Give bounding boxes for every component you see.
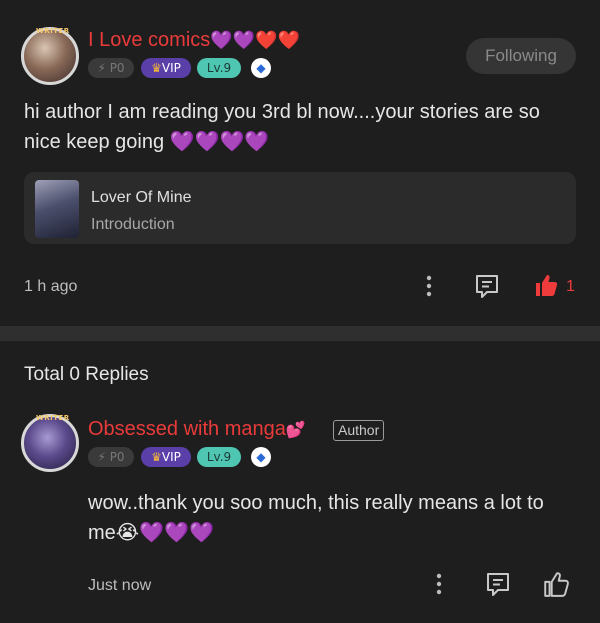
p0-badge: ⚡ P0 <box>88 447 134 467</box>
avatar[interactable] <box>21 27 79 85</box>
thumbs-up-icon <box>544 572 569 597</box>
reply-text-line: me😭💜💜💜 <box>88 522 214 544</box>
comment-text: hi author I am reading you 3rd bl now...… <box>24 97 584 157</box>
book-card[interactable]: Lover Of Mine Introduction <box>24 172 576 244</box>
crown-icon: ♛ <box>151 450 162 464</box>
level-badge: Lv.9 <box>197 58 241 78</box>
book-title: Lover Of Mine <box>91 189 192 206</box>
reply-text: wow..thank you soo much, this really mea… <box>88 488 588 548</box>
reply-text-line: wow..thank you soo much, this really mea… <box>88 492 544 514</box>
writer-tag: WRITER <box>36 414 70 422</box>
like-button[interactable] <box>542 570 570 598</box>
reply-comment-icon[interactable] <box>473 272 501 300</box>
reply-comment-icon[interactable] <box>484 570 512 598</box>
username[interactable]: I Love comics <box>88 29 210 51</box>
username-emoji: 💕 <box>285 422 306 439</box>
username[interactable]: Obsessed with manga <box>88 418 286 440</box>
comment-text-line: hi author I am reading you 3rd bl now...… <box>24 101 540 123</box>
level-badge: Lv.9 <box>197 447 241 467</box>
avatar[interactable] <box>21 414 79 472</box>
author-tag: Author <box>333 420 385 441</box>
timestamp: Just now <box>88 577 152 594</box>
timestamp: 1 h ago <box>24 278 78 295</box>
vip-badge: ♛VIP <box>141 58 191 78</box>
replies-header: Total 0 Replies <box>24 364 149 385</box>
vip-badge: ♛VIP <box>141 447 191 467</box>
like-button[interactable] <box>533 272 559 298</box>
more-options-icon[interactable] <box>420 274 438 298</box>
following-button[interactable]: Following <box>466 38 576 74</box>
username-row: Obsessed with manga💕 <box>88 418 306 441</box>
username-emoji: 💜💜❤️❤️ <box>210 30 300 50</box>
writer-tag: WRITER <box>36 27 70 35</box>
section-divider <box>0 326 600 341</box>
comment-text-line: nice keep going 💜💜💜💜 <box>24 131 270 153</box>
username-row: I Love comics💜💜❤️❤️ <box>88 29 300 52</box>
book-subtitle: Introduction <box>91 216 175 233</box>
more-options-icon[interactable] <box>430 572 448 596</box>
p0-badge: ⚡ P0 <box>88 58 134 78</box>
book-cover <box>35 180 79 238</box>
like-count: 1 <box>566 278 575 295</box>
ethereum-icon: ◆ <box>251 58 271 78</box>
thumbs-up-icon <box>536 275 558 296</box>
ethereum-icon: ◆ <box>251 447 271 467</box>
crown-icon: ♛ <box>151 61 162 75</box>
